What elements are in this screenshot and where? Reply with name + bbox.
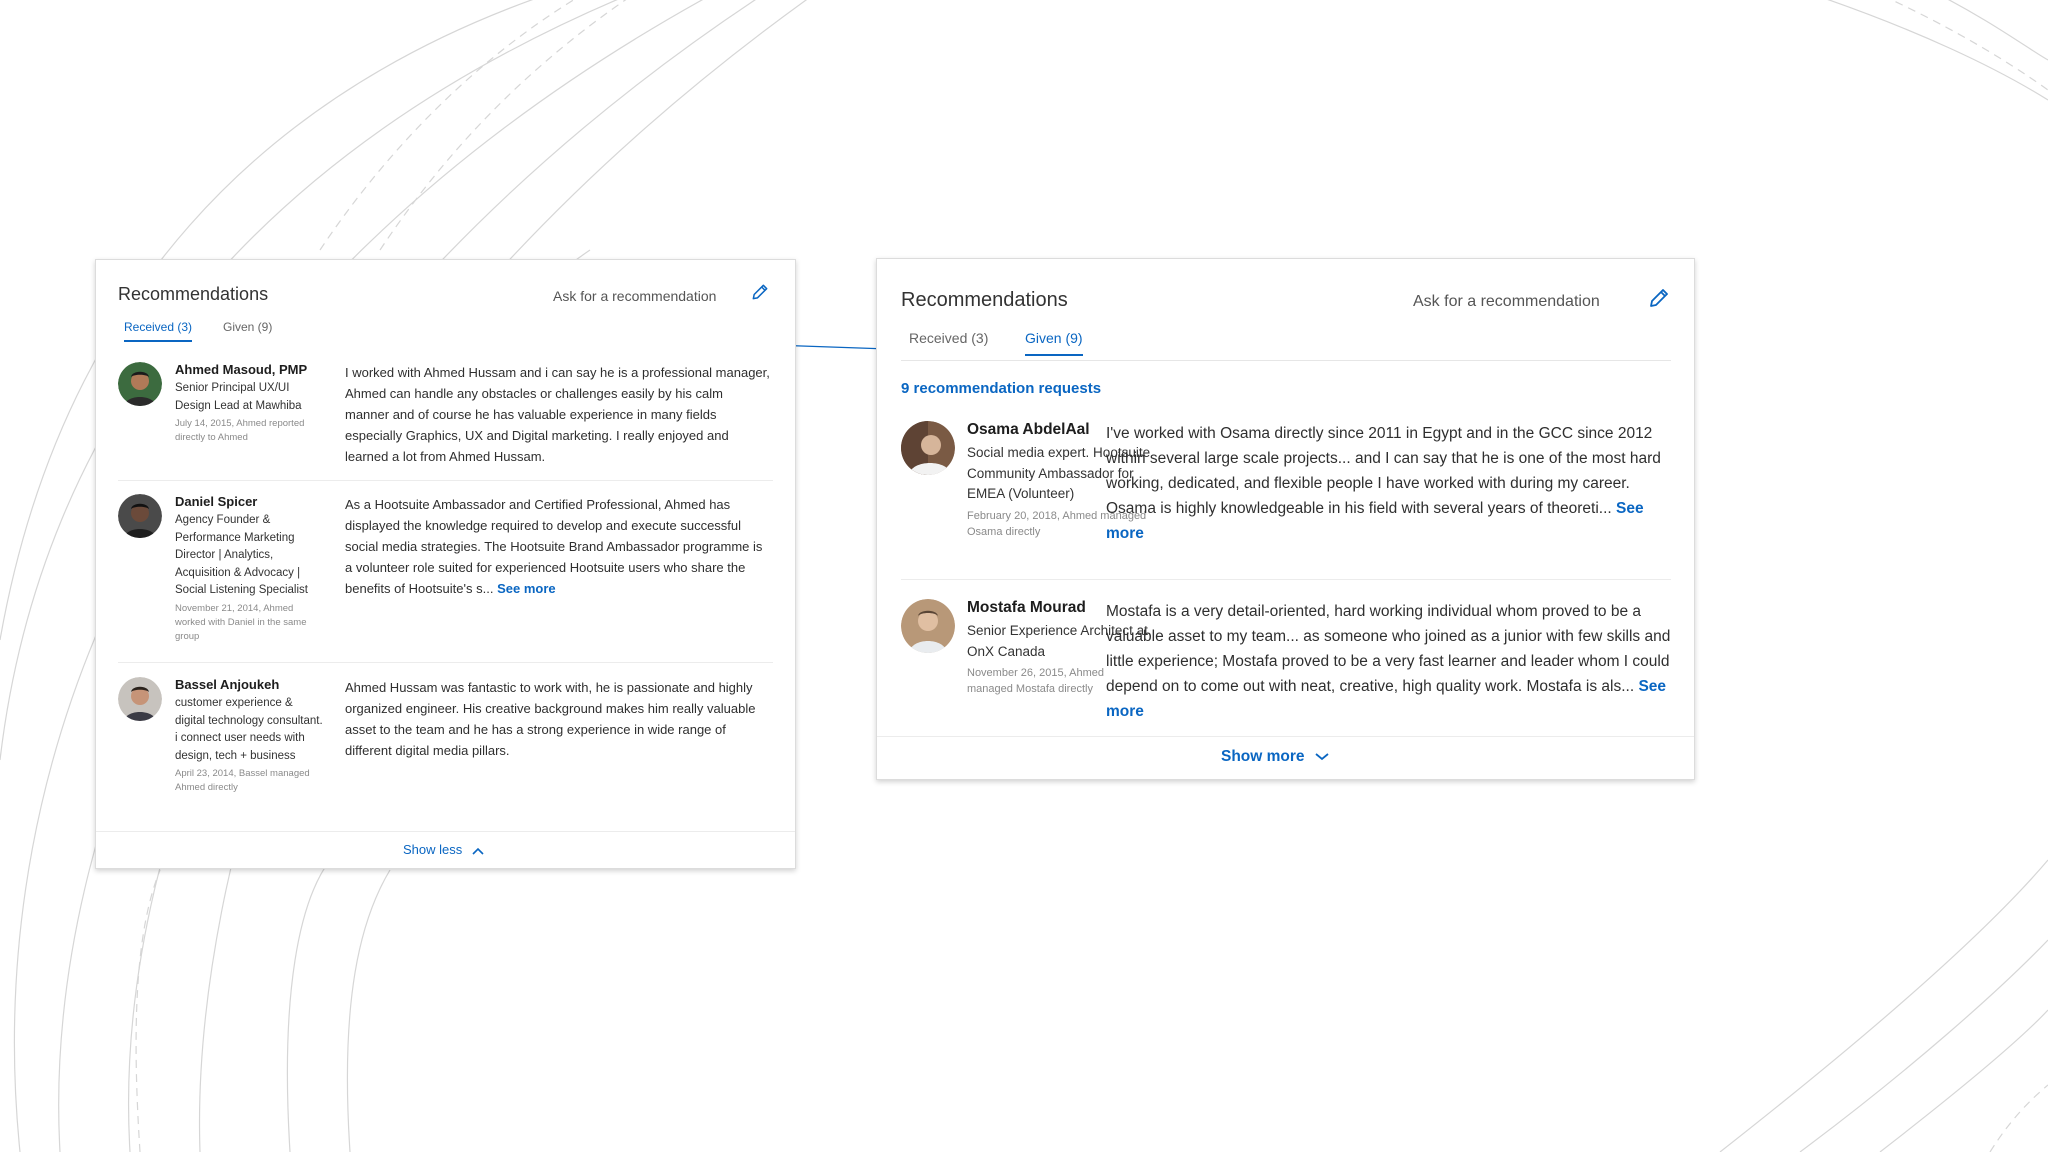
recommendation-requests-link[interactable]: 9 recommendation requests bbox=[901, 380, 1101, 397]
divider bbox=[118, 662, 773, 663]
chevron-up-icon bbox=[472, 847, 484, 855]
avatar[interactable] bbox=[118, 362, 162, 406]
recommender-role: Senior Principal UX/UI Design Lead at Ma… bbox=[175, 382, 302, 412]
avatar[interactable] bbox=[901, 599, 955, 653]
tab-given[interactable]: Given (9) bbox=[223, 320, 272, 340]
recommender-role: customer experience & digital technology… bbox=[175, 697, 323, 762]
card-title: Recommendations bbox=[901, 289, 1068, 311]
divider bbox=[118, 480, 773, 481]
show-more-label: Show more bbox=[1221, 748, 1305, 765]
recommendation-body: Mostafa is a very detail-oriented, hard … bbox=[1106, 603, 1671, 695]
chevron-down-icon bbox=[1315, 753, 1329, 761]
ask-for-recommendation-link[interactable]: Ask for a recommendation bbox=[1413, 293, 1600, 311]
recommender-name[interactable]: Daniel Spicer bbox=[175, 494, 325, 509]
recommendation-date: July 14, 2015, Ahmed reported directly t… bbox=[175, 418, 305, 443]
card-footer: Show more bbox=[877, 736, 1694, 779]
recommendation-text: As a Hootsuite Ambassador and Certified … bbox=[345, 494, 770, 599]
recommendation-text: Mostafa is a very detail-oriented, hard … bbox=[1106, 599, 1671, 724]
tab-received[interactable]: Received (3) bbox=[909, 330, 988, 354]
avatar[interactable] bbox=[118, 677, 162, 721]
ask-for-recommendation-link[interactable]: Ask for a recommendation bbox=[553, 288, 716, 304]
show-less-label: Show less bbox=[403, 842, 463, 857]
card-footer: Show less bbox=[96, 831, 795, 868]
recommendation-body: Ahmed Hussam was fantastic to work with,… bbox=[345, 680, 756, 758]
recommendation-text: Ahmed Hussam was fantastic to work with,… bbox=[345, 677, 770, 761]
recommendations-card-given: Recommendations Ask for a recommendation… bbox=[876, 258, 1695, 780]
avatar[interactable] bbox=[118, 494, 162, 538]
pencil-icon[interactable] bbox=[1647, 286, 1671, 310]
tab-received[interactable]: Received (3) bbox=[124, 320, 193, 342]
show-more-button[interactable]: Show more bbox=[1221, 748, 1329, 766]
show-less-button[interactable]: Show less bbox=[403, 842, 484, 857]
recommendation-date: April 23, 2014, Bassel managed Ahmed dir… bbox=[175, 768, 310, 793]
recommendation-body: I worked with Ahmed Hussam and i can say… bbox=[345, 365, 770, 464]
recommender-meta: Bassel Anjoukeh customer experience & di… bbox=[175, 677, 325, 795]
recommendations-card-received: Recommendations Ask for a recommendation… bbox=[95, 259, 796, 869]
recommendation-text: I worked with Ahmed Hussam and i can say… bbox=[345, 362, 770, 467]
card-title: Recommendations bbox=[118, 284, 269, 304]
recommendation-body: I've worked with Osama directly since 20… bbox=[1106, 425, 1661, 517]
pencil-icon[interactable] bbox=[750, 282, 770, 302]
recommender-name[interactable]: Ahmed Masoud, PMP bbox=[175, 362, 325, 377]
recommender-meta: Ahmed Masoud, PMP Senior Principal UX/UI… bbox=[175, 362, 325, 445]
recommender-meta: Daniel Spicer Agency Founder & Performan… bbox=[175, 494, 325, 644]
see-more-link[interactable]: See more bbox=[497, 581, 556, 596]
recommender-name[interactable]: Bassel Anjoukeh bbox=[175, 677, 325, 692]
divider bbox=[901, 579, 1671, 580]
recommender-role: Agency Founder & Performance Marketing D… bbox=[175, 514, 308, 596]
avatar[interactable] bbox=[901, 421, 955, 475]
recommendation-date: November 21, 2014, Ahmed worked with Dan… bbox=[175, 602, 307, 642]
tabs-divider bbox=[901, 360, 1671, 361]
recommendation-text: I've worked with Osama directly since 20… bbox=[1106, 421, 1671, 546]
tab-given[interactable]: Given (9) bbox=[1025, 330, 1083, 356]
